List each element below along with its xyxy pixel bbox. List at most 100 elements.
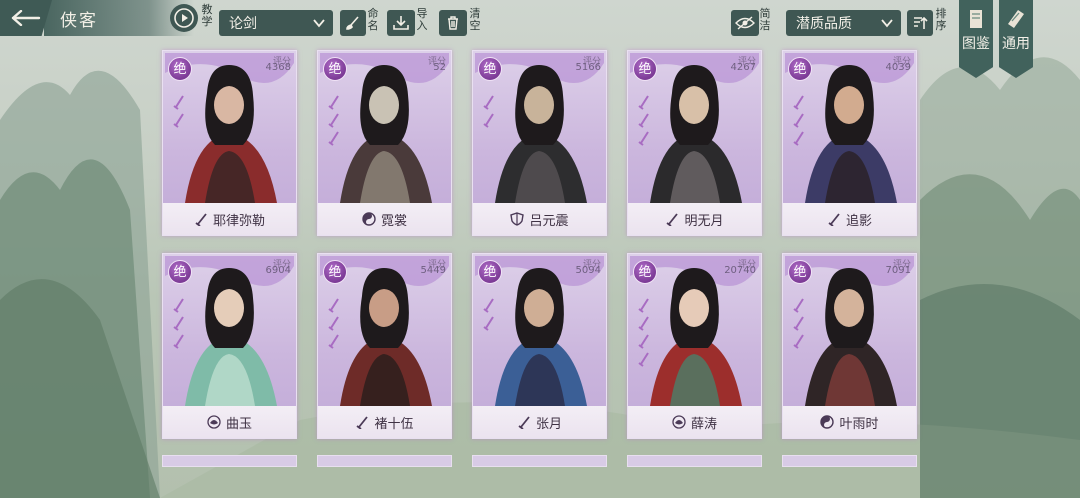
lotus-icon xyxy=(207,415,221,429)
quality-select-value: 潜质品质 xyxy=(796,16,852,32)
side-tab-codex-label: 图鉴 xyxy=(962,36,990,52)
import-icon xyxy=(393,16,409,30)
card-peek xyxy=(317,455,452,467)
side-tab-general[interactable]: 通用 xyxy=(999,0,1033,78)
skill-sword-icon xyxy=(638,95,649,110)
hero-name: 曲玉 xyxy=(225,416,252,432)
skill-sword-icon xyxy=(173,334,184,349)
card-peek xyxy=(472,455,607,467)
chevron-down-icon xyxy=(313,19,325,28)
hero-name: 霓裳 xyxy=(380,213,407,229)
card-peek xyxy=(627,455,762,467)
skill-icons xyxy=(483,298,495,334)
score-value: 5449 xyxy=(420,265,446,276)
skill-sword-icon xyxy=(793,113,804,128)
sort-label: 排序 xyxy=(935,7,947,32)
rarity-badge: 绝 xyxy=(323,57,347,81)
skill-sword-icon xyxy=(328,95,339,110)
scroll-icon xyxy=(1008,10,1024,28)
hero-card[interactable]: 绝评分 20740 薛涛 xyxy=(627,253,762,439)
skill-sword-icon xyxy=(173,316,184,331)
hero-name-bar: 追影 xyxy=(783,203,916,235)
hero-card[interactable]: 绝评分 5094 张月 xyxy=(472,253,607,439)
hero-name: 叶雨时 xyxy=(839,416,879,432)
skill-sword-icon xyxy=(638,352,649,367)
hero-card[interactable]: 绝评分 4368 耶律弥勒 xyxy=(162,50,297,236)
skill-icons xyxy=(328,95,340,149)
formation-select[interactable]: 论剑 xyxy=(219,10,333,36)
skill-sword-icon xyxy=(638,298,649,313)
card-peek xyxy=(162,455,297,467)
lotus-icon xyxy=(672,415,686,429)
skill-sword-icon xyxy=(173,113,184,128)
sword-icon xyxy=(828,213,840,226)
rarity-badge: 绝 xyxy=(168,57,192,81)
page-title: 侠客 xyxy=(60,11,98,31)
skill-sword-icon xyxy=(328,298,339,313)
sword-icon xyxy=(666,213,679,226)
hero-card[interactable]: 绝评分 5166 吕元震 xyxy=(472,50,607,236)
rarity-badge: 绝 xyxy=(168,260,192,284)
score-value: 5166 xyxy=(575,62,601,73)
hero-card[interactable]: 绝评分 5449 褚十伍 xyxy=(317,253,452,439)
clear-button[interactable] xyxy=(439,10,467,36)
sword-icon xyxy=(195,213,207,226)
score-value: 4267 xyxy=(730,62,756,73)
clear-label: 清空 xyxy=(469,7,481,32)
hero-card[interactable]: 绝评分 6904 曲玉 xyxy=(162,253,297,439)
tutorial-label: 教学 xyxy=(201,3,213,28)
play-icon xyxy=(174,8,194,28)
skill-sword-icon xyxy=(638,131,649,146)
import-button[interactable] xyxy=(387,10,415,36)
simple-view-label: 简洁 xyxy=(759,7,771,32)
card-peek xyxy=(782,455,917,467)
score-value: 20740 xyxy=(724,265,756,276)
score-value: 7091 xyxy=(885,265,911,276)
import-label: 导入 xyxy=(416,7,428,32)
hero-name: 吕元震 xyxy=(529,213,569,229)
skill-icons xyxy=(638,298,650,370)
tutorial-button[interactable] xyxy=(170,4,198,32)
brush-icon xyxy=(346,16,359,30)
hero-name-bar: 褚十伍 xyxy=(318,406,451,438)
hero-card[interactable]: 绝评分 52 霓裳 xyxy=(317,50,452,236)
skill-icons xyxy=(173,298,185,352)
side-tab-codex[interactable]: 图鉴 xyxy=(959,0,993,78)
sword-icon xyxy=(356,416,369,429)
skill-icons xyxy=(793,95,805,149)
skill-sword-icon xyxy=(483,298,494,313)
skill-sword-icon xyxy=(638,316,649,331)
simple-view-button[interactable] xyxy=(731,10,759,36)
rarity-badge: 绝 xyxy=(633,57,657,81)
skill-sword-icon xyxy=(793,95,804,110)
skill-sword-icon xyxy=(328,131,339,146)
skill-sword-icon xyxy=(793,334,804,349)
skill-sword-icon xyxy=(793,131,804,146)
skill-icons xyxy=(483,95,495,131)
back-arrow-icon xyxy=(11,10,41,26)
skill-sword-icon xyxy=(483,316,494,331)
skill-icons xyxy=(328,298,340,352)
formation-select-value: 论剑 xyxy=(229,16,257,32)
score-value: 6904 xyxy=(265,265,291,276)
hero-card[interactable]: 绝评分 4267 明无月 xyxy=(627,50,762,236)
top-bar: 侠客 教学 论剑 命名 导入 清空 简洁 潜质品质 排序 图鉴 通用 xyxy=(0,0,1080,78)
hero-card[interactable]: 绝评分 7091 叶雨时 xyxy=(782,253,917,439)
rename-button[interactable] xyxy=(340,10,366,36)
skill-sword-icon xyxy=(483,113,494,128)
eye-slash-icon xyxy=(735,16,755,30)
rarity-badge: 绝 xyxy=(478,260,502,284)
hero-name: 耶律弥勒 xyxy=(212,213,265,229)
quality-select[interactable]: 潜质品质 xyxy=(786,10,901,36)
hero-name: 褚十伍 xyxy=(374,416,414,432)
sort-button[interactable] xyxy=(907,10,933,36)
rarity-badge: 绝 xyxy=(788,57,812,81)
skill-sword-icon xyxy=(793,316,804,331)
skill-icons xyxy=(638,95,650,149)
shield-icon xyxy=(510,212,525,226)
hero-name: 追影 xyxy=(845,213,872,229)
sort-icon xyxy=(914,16,928,29)
score-value: 5094 xyxy=(575,265,601,276)
hero-card[interactable]: 绝评分 4039 追影 xyxy=(782,50,917,236)
skill-sword-icon xyxy=(328,334,339,349)
